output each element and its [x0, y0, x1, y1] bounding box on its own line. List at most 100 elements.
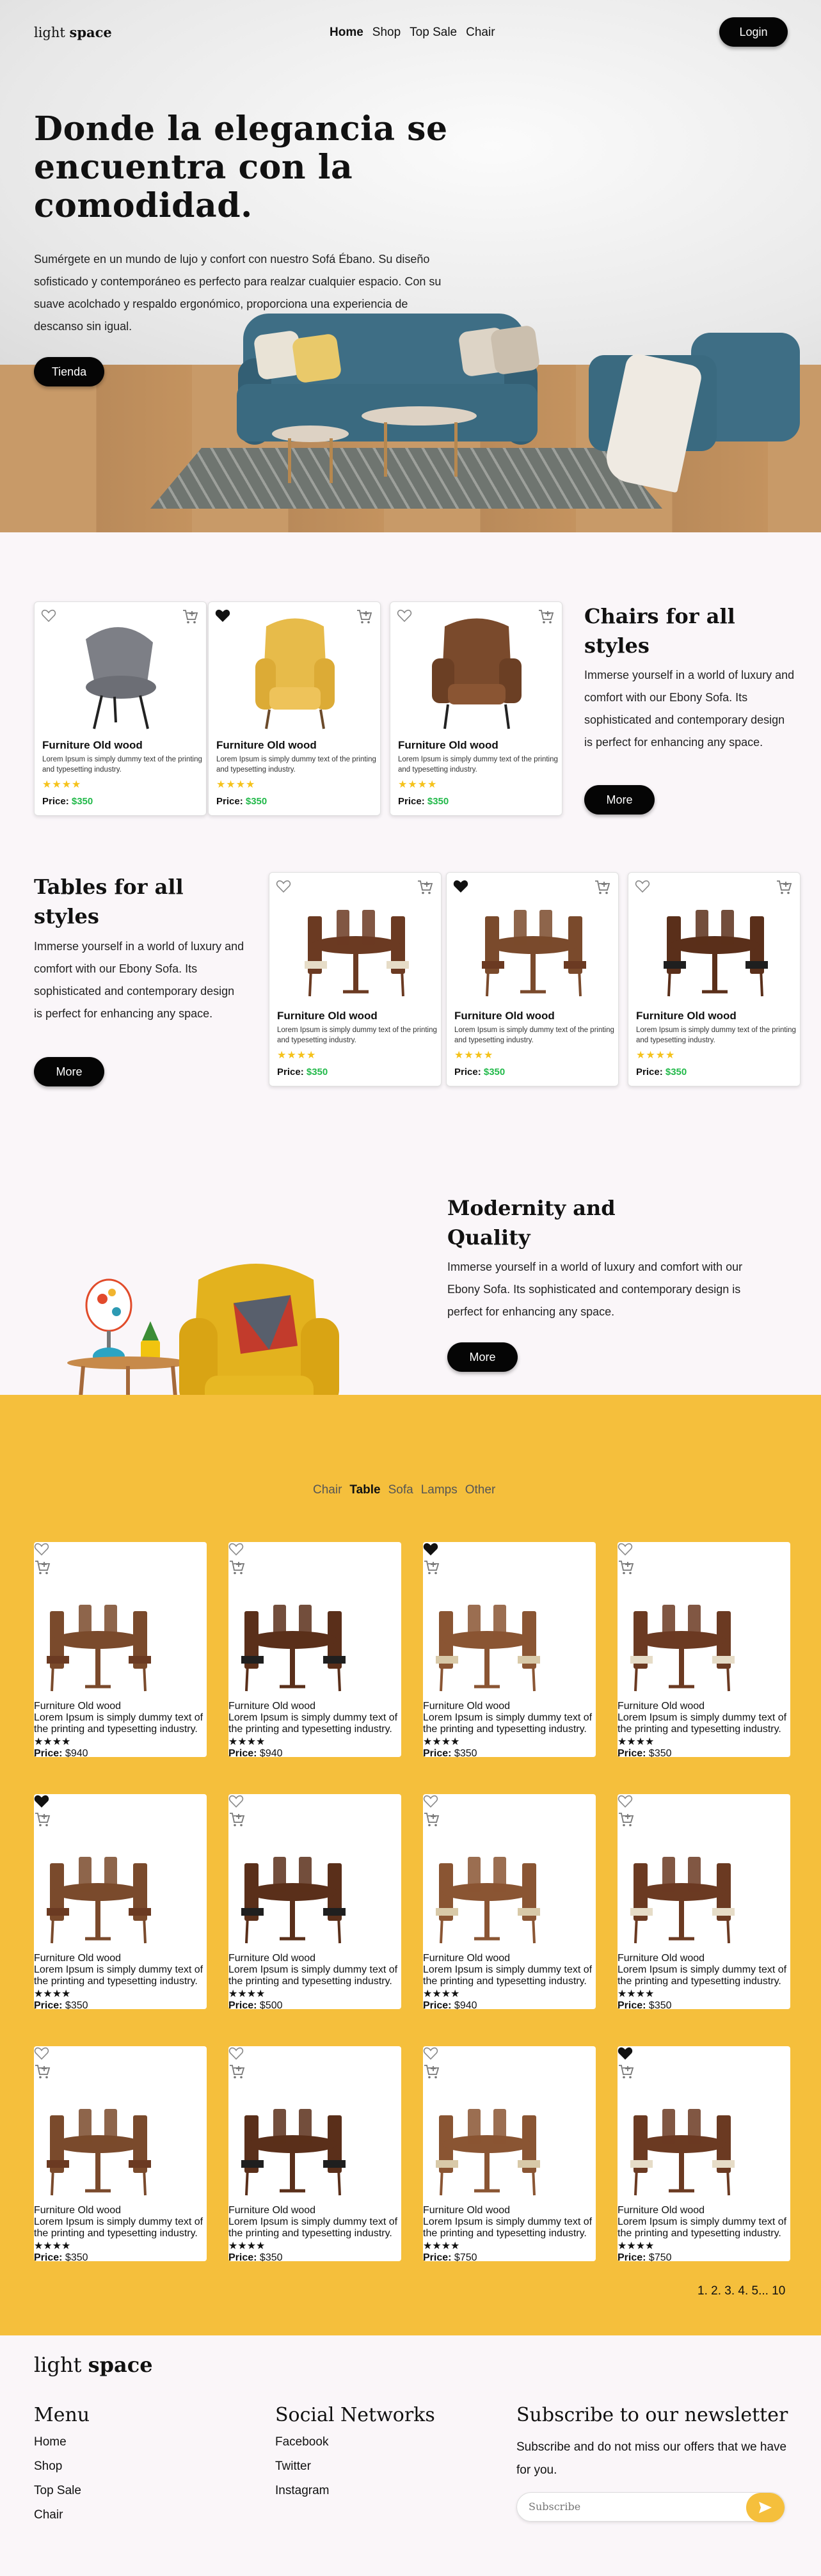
- product-card[interactable]: Furniture Old wood Lorem Ipsum is simply …: [390, 601, 562, 816]
- product-price: Price: $350: [618, 2000, 790, 2012]
- product-image: [469, 884, 597, 1003]
- price-label: Price:: [34, 2000, 63, 2011]
- add-to-cart-icon[interactable]: [34, 1559, 207, 1579]
- product-card[interactable]: Furniture Old wood Lorem Ipsum is simply …: [618, 2046, 790, 2264]
- product-card[interactable]: Furniture Old wood Lorem Ipsum is simply …: [423, 1794, 596, 2011]
- footer-menu-top-sale[interactable]: Top Sale: [34, 2484, 81, 2498]
- product-price: Price: $350: [42, 796, 93, 807]
- product-card[interactable]: Furniture Old wood Lorem Ipsum is simply …: [34, 601, 207, 816]
- pillow: [291, 333, 342, 384]
- price-label: Price:: [42, 796, 69, 807]
- add-to-cart-icon[interactable]: [423, 2063, 596, 2083]
- footer-social-instagram[interactable]: Instagram: [275, 2484, 329, 2498]
- product-price: Price: $940: [34, 1748, 207, 1760]
- price-value: $350: [454, 1748, 477, 1759]
- footer-social-facebook[interactable]: Facebook: [275, 2435, 328, 2449]
- heart-icon[interactable]: [215, 608, 230, 623]
- add-to-cart-icon[interactable]: [228, 1811, 401, 1831]
- product-image: [423, 1831, 596, 1953]
- add-to-cart-icon[interactable]: [423, 1559, 596, 1579]
- heart-icon[interactable]: [34, 1542, 207, 1559]
- product-price: Price: $350: [228, 2252, 401, 2264]
- send-button[interactable]: [746, 2493, 785, 2522]
- product-card[interactable]: Furniture Old wood Lorem Ipsum is simply …: [269, 872, 442, 1086]
- heart-icon[interactable]: [228, 2046, 401, 2063]
- heart-icon[interactable]: [34, 2046, 207, 2063]
- heart-icon[interactable]: [397, 608, 412, 623]
- price-label: Price:: [228, 2252, 257, 2263]
- product-description: Lorem Ipsum is simply dummy text of the …: [228, 1964, 398, 1987]
- heart-icon[interactable]: [41, 608, 56, 623]
- rating-stars: ★★★★: [423, 1737, 460, 1747]
- heart-icon[interactable]: [276, 879, 291, 893]
- product-card[interactable]: Furniture Old wood Lorem Ipsum is simply …: [423, 2046, 596, 2263]
- product-description: Lorem Ipsum is simply dummy text of the …: [34, 1964, 203, 1987]
- product-card[interactable]: Furniture Old wood Lorem Ipsum is simply …: [423, 1542, 596, 1759]
- heart-icon[interactable]: [618, 1794, 790, 1811]
- tables-more-button[interactable]: More: [34, 1057, 104, 1086]
- product-description: Lorem Ipsum is simply dummy text of the …: [454, 1026, 614, 1044]
- filter-other[interactable]: Other: [465, 1483, 496, 1497]
- pagination[interactable]: 1. 2. 3. 4. 5... 10: [697, 2284, 785, 2298]
- modernity-more-button[interactable]: More: [447, 1342, 518, 1372]
- nav-links: Home Shop Top Sale Chair: [330, 26, 495, 40]
- coffee-table: [362, 406, 477, 425]
- filter-sofa[interactable]: Sofa: [388, 1483, 413, 1497]
- product-card[interactable]: Furniture Old wood Lorem Ipsum is simply …: [228, 1794, 401, 2011]
- add-to-cart-icon[interactable]: [618, 1811, 790, 1831]
- add-to-cart-icon[interactable]: [618, 2063, 790, 2083]
- login-button[interactable]: Login: [719, 17, 788, 47]
- product-card[interactable]: Furniture Old wood Lorem Ipsum is simply …: [228, 1542, 401, 1759]
- heart-icon[interactable]: [618, 2046, 790, 2063]
- subscribe-input[interactable]: [529, 2500, 733, 2513]
- product-card[interactable]: Furniture Old wood Lorem Ipsum is simply …: [628, 872, 801, 1086]
- product-price: Price: $750: [618, 2252, 790, 2264]
- product-card[interactable]: Furniture Old wood Lorem Ipsum is simply …: [618, 1542, 790, 1759]
- product-image: [228, 1831, 401, 1953]
- heart-icon[interactable]: [228, 1794, 401, 1811]
- footer-social-twitter[interactable]: Twitter: [275, 2460, 311, 2474]
- heart-icon[interactable]: [423, 1542, 596, 1559]
- heart-icon[interactable]: [34, 1794, 207, 1811]
- product-card[interactable]: Furniture Old wood Lorem Ipsum is simply …: [34, 2046, 207, 2263]
- footer-menu-chair[interactable]: Chair: [34, 2508, 63, 2522]
- nav-top-sale[interactable]: Top Sale: [410, 26, 457, 40]
- heart-icon[interactable]: [423, 2046, 596, 2063]
- footer-logo[interactable]: light space: [34, 2353, 153, 2377]
- product-card[interactable]: Furniture Old wood Lorem Ipsum is simply …: [446, 872, 619, 1086]
- chairs-more-button[interactable]: More: [584, 785, 655, 815]
- nav-home[interactable]: Home: [330, 26, 363, 40]
- add-to-cart-icon[interactable]: [228, 1559, 401, 1579]
- footer-menu-shop[interactable]: Shop: [34, 2460, 62, 2474]
- heart-icon[interactable]: [453, 879, 468, 893]
- logo[interactable]: light space: [34, 24, 112, 40]
- filter-chair[interactable]: Chair: [313, 1483, 342, 1497]
- heart-icon[interactable]: [618, 1542, 790, 1559]
- footer-menu-home[interactable]: Home: [34, 2435, 67, 2449]
- product-card[interactable]: Furniture Old wood Lorem Ipsum is simply …: [34, 1794, 207, 2011]
- product-price: Price: $350: [216, 796, 267, 807]
- heart-icon[interactable]: [635, 879, 650, 893]
- price-value: $350: [65, 2252, 88, 2263]
- nav-chair[interactable]: Chair: [466, 26, 495, 40]
- filter-table[interactable]: Table: [349, 1483, 380, 1497]
- product-title: Furniture Old wood: [423, 1701, 511, 1712]
- rating-stars: ★★★★: [618, 1737, 655, 1747]
- product-card[interactable]: Furniture Old wood Lorem Ipsum is simply …: [208, 601, 381, 816]
- nav-shop[interactable]: Shop: [372, 26, 401, 40]
- heart-icon[interactable]: [228, 1542, 401, 1559]
- filter-lamps[interactable]: Lamps: [421, 1483, 458, 1497]
- add-to-cart-icon[interactable]: [34, 2063, 207, 2083]
- footer-menu-title: Menu: [34, 2404, 90, 2426]
- price-label: Price:: [398, 796, 425, 807]
- shop-button[interactable]: Tienda: [34, 357, 104, 386]
- hero-section: light space Home Shop Top Sale Chair Log…: [0, 0, 821, 532]
- add-to-cart-icon[interactable]: [228, 2063, 401, 2083]
- product-card[interactable]: Furniture Old wood Lorem Ipsum is simply …: [618, 1794, 790, 2012]
- product-card[interactable]: Furniture Old wood Lorem Ipsum is simply …: [228, 2046, 401, 2264]
- add-to-cart-icon[interactable]: [423, 1811, 596, 1831]
- add-to-cart-icon[interactable]: [618, 1559, 790, 1579]
- add-to-cart-icon[interactable]: [34, 1811, 207, 1831]
- product-card[interactable]: Furniture Old wood Lorem Ipsum is simply …: [34, 1542, 207, 1760]
- heart-icon[interactable]: [423, 1794, 596, 1811]
